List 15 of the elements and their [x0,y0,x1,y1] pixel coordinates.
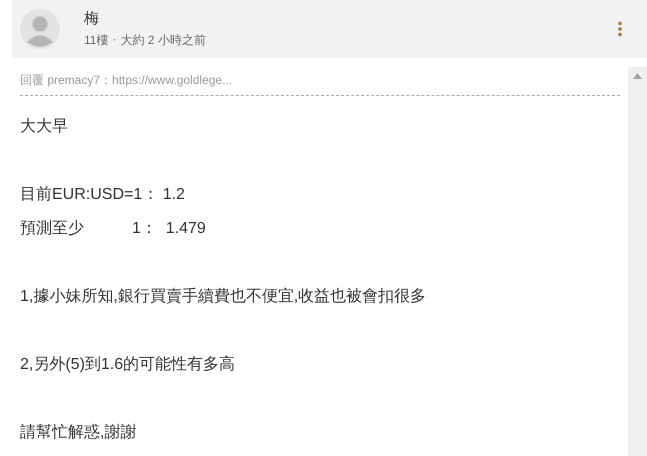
scrollbar[interactable] [628,67,647,456]
reply-quote: 回覆 premacy7：https://www.goldlege... [20,68,620,96]
message-line: 請幫忙解惑,謝謝 [20,422,138,443]
author-name: 梅 [84,9,100,28]
message-line: 目前EUR:USD=1： 1.2 [20,185,186,205]
message-line: 1,據小妹所知,銀行買賣手續費也不便宜,收益也被會扣很多 [20,286,428,307]
more-icon[interactable] [617,21,623,37]
scroll-up-icon[interactable] [633,73,642,79]
message-line: 大大早 [20,116,69,137]
post-time: 大約 2 小時之前 [120,32,206,49]
message-line: 預測至少 1： 1.479 [20,218,207,239]
floor-number: 11樓 [84,32,108,49]
avatar [20,9,60,49]
separator: · [112,32,116,48]
message-line: 2,另外(5)到1.6的可能性有多高 [20,354,236,375]
